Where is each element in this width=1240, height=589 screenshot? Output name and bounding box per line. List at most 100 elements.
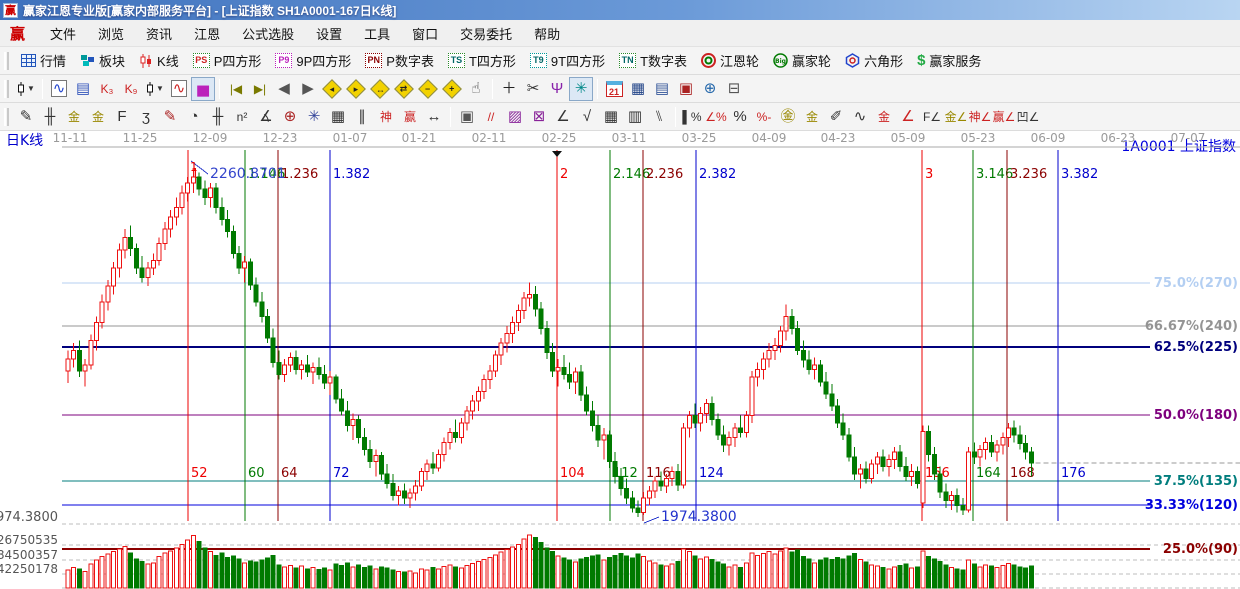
volume-bar[interactable]: [790, 552, 794, 588]
candle[interactable]: [1001, 433, 1005, 455]
candle[interactable]: [699, 407, 703, 431]
volume-bar[interactable]: [277, 565, 281, 588]
price-grid-tool[interactable]: ▦: [326, 105, 350, 129]
nine-t-square-button[interactable]: T99T四方形: [523, 49, 612, 73]
volume-bar[interactable]: [915, 567, 919, 588]
volume-bar[interactable]: [328, 570, 332, 588]
pan-hand-button[interactable]: ☝: [464, 77, 488, 101]
volume-bar[interactable]: [140, 562, 144, 589]
volume-bar[interactable]: [864, 562, 868, 588]
volume-bar[interactable]: [533, 538, 537, 588]
candle[interactable]: [499, 338, 503, 365]
candle[interactable]: [773, 338, 777, 360]
menu-item-2[interactable]: 浏览: [87, 20, 135, 47]
candle[interactable]: [807, 350, 811, 374]
angle-ying-tool[interactable]: 赢∠: [992, 105, 1016, 129]
network-button[interactable]: ⊕: [698, 77, 722, 101]
candle[interactable]: [465, 406, 469, 430]
volume-bar[interactable]: [630, 558, 634, 588]
volume-bar[interactable]: [625, 556, 629, 588]
volume-bar[interactable]: [362, 568, 366, 589]
volume-bar[interactable]: [266, 558, 270, 588]
candle[interactable]: [323, 365, 327, 389]
volume-bar[interactable]: [830, 560, 834, 589]
candle[interactable]: [134, 244, 138, 274]
candle[interactable]: [516, 304, 520, 331]
candle[interactable]: [243, 256, 247, 283]
volume-bar[interactable]: [288, 566, 292, 589]
candle[interactable]: [442, 438, 446, 462]
menu-item-9[interactable]: 交易委托: [449, 20, 523, 47]
candle[interactable]: [727, 432, 731, 456]
volume-bar[interactable]: [659, 565, 663, 588]
candle[interactable]: [790, 309, 794, 335]
volume-bar[interactable]: [459, 568, 463, 588]
volume-bar[interactable]: [351, 567, 355, 588]
volume-bar[interactable]: [596, 555, 600, 588]
candle[interactable]: [978, 445, 982, 467]
candle[interactable]: [414, 480, 418, 501]
candle[interactable]: [989, 435, 993, 457]
angle-measure-tool[interactable]: ∡: [254, 105, 278, 129]
report-view-button[interactable]: ▤: [71, 77, 95, 101]
gold-bar-tool[interactable]: 金: [800, 105, 824, 129]
candle[interactable]: [568, 362, 572, 389]
volume-bar[interactable]: [1001, 566, 1005, 589]
candle[interactable]: [317, 358, 321, 380]
web-analysis-button[interactable]: ✳: [569, 77, 593, 101]
volume-bar[interactable]: [1018, 567, 1022, 588]
candle[interactable]: [630, 491, 634, 513]
volume-bar[interactable]: [881, 568, 885, 589]
volume-bar[interactable]: [608, 558, 612, 589]
volume-bar[interactable]: [106, 554, 110, 588]
volume-bar[interactable]: [1007, 564, 1011, 589]
prev-bar-button[interactable]: ◀: [272, 77, 296, 101]
next-bar-button[interactable]: ▶: [296, 77, 320, 101]
volume-bar[interactable]: [95, 560, 99, 588]
volume-bar[interactable]: [665, 566, 669, 588]
volume-bar[interactable]: [488, 558, 492, 589]
candle[interactable]: [830, 384, 834, 411]
sketch-view-button[interactable]: ∿: [167, 77, 191, 101]
candle[interactable]: [186, 177, 190, 201]
gold-circle-tool[interactable]: ㊎: [776, 105, 800, 129]
volume-bar[interactable]: [186, 540, 190, 588]
candle[interactable]: [89, 335, 93, 370]
candle[interactable]: [1018, 425, 1022, 449]
percent-tool[interactable]: %: [728, 105, 752, 129]
candle[interactable]: [174, 198, 178, 226]
pen-tool[interactable]: ✎: [14, 105, 38, 129]
candle[interactable]: [146, 262, 150, 286]
volume-bar[interactable]: [568, 560, 572, 588]
menu-item-3[interactable]: 资讯: [135, 20, 183, 47]
volume-bar[interactable]: [89, 564, 93, 588]
print-button[interactable]: ⊟: [722, 77, 746, 101]
candle[interactable]: [100, 295, 104, 329]
quotes-button[interactable]: 行情: [14, 49, 73, 73]
volume-bar[interactable]: [910, 568, 914, 588]
box-select-tool[interactable]: ▣: [455, 105, 479, 129]
volume-bar[interactable]: [385, 568, 389, 588]
candle[interactable]: [288, 353, 292, 372]
volume-bar[interactable]: [870, 565, 874, 588]
t-square-button[interactable]: TST四方形: [441, 49, 523, 73]
candle[interactable]: [294, 350, 298, 374]
candle[interactable]: [625, 479, 629, 504]
volume-bar[interactable]: [710, 560, 714, 589]
volume-bar[interactable]: [836, 558, 840, 589]
volume-bar[interactable]: [368, 566, 372, 588]
percent-line-tool[interactable]: %-: [752, 105, 776, 129]
menu-item-7[interactable]: 工具: [353, 20, 401, 47]
volume-bar[interactable]: [77, 569, 81, 588]
volume-bar[interactable]: [516, 544, 520, 588]
volume-bar[interactable]: [191, 536, 195, 588]
candle[interactable]: [391, 474, 395, 501]
kline-button[interactable]: K线: [132, 49, 186, 73]
volume-bar[interactable]: [579, 559, 583, 588]
compress-horizontal-button[interactable]: ⇄: [392, 77, 416, 101]
candle[interactable]: [237, 246, 241, 274]
candle[interactable]: [494, 350, 498, 377]
volume-bar[interactable]: [653, 563, 657, 588]
volume-bar[interactable]: [847, 556, 851, 588]
candle[interactable]: [528, 283, 532, 307]
